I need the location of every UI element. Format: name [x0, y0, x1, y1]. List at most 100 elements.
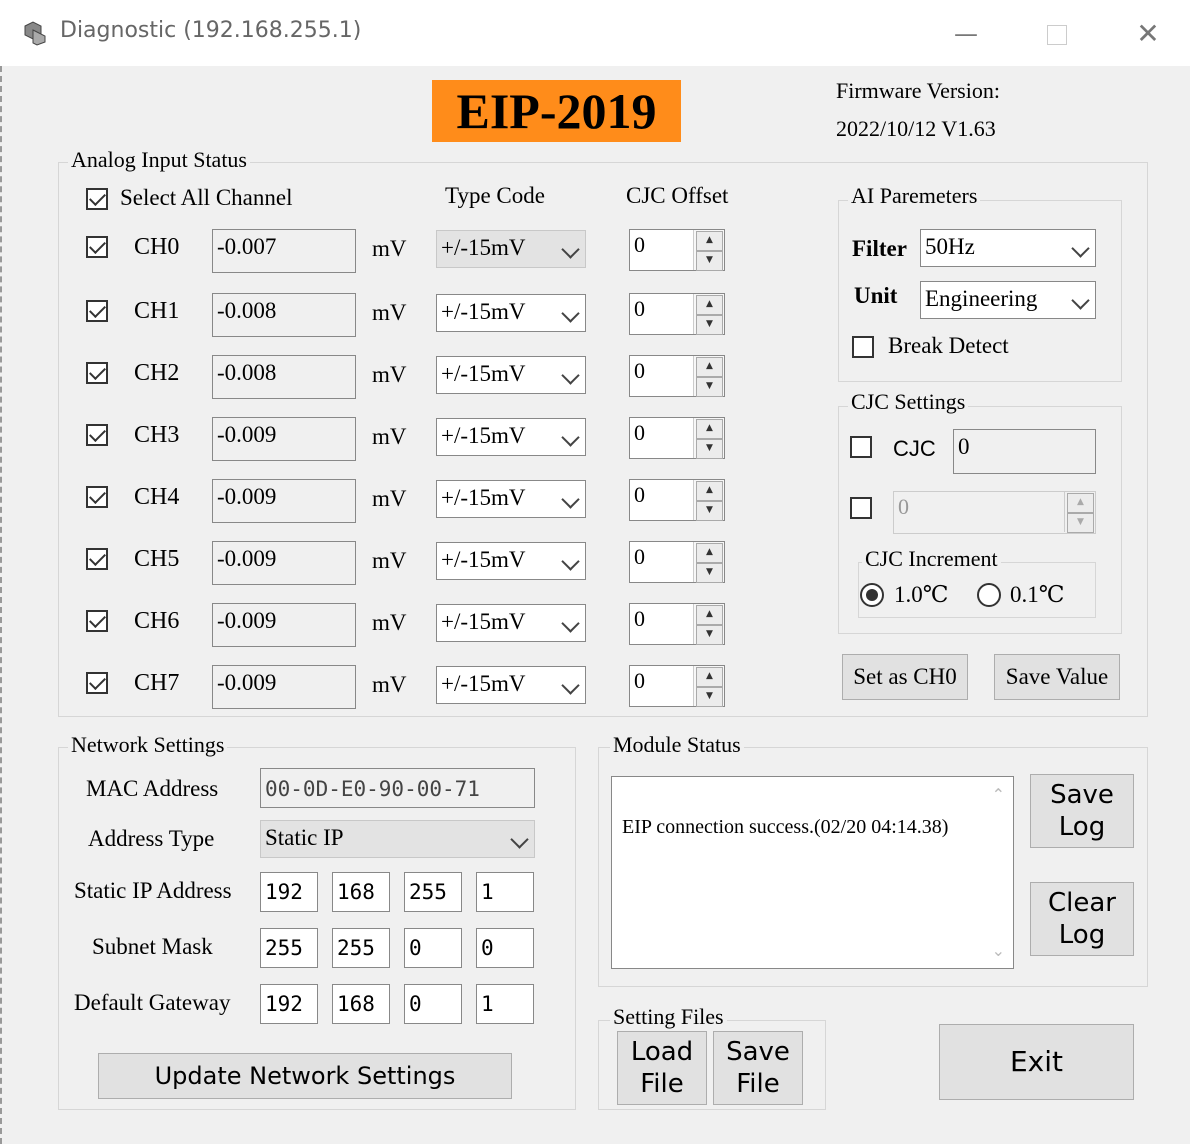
type-code-value: +/-15mV [441, 485, 526, 510]
spin-down-icon[interactable]: ▼ [696, 315, 723, 335]
channel-checkbox[interactable] [86, 236, 108, 258]
spin-up-icon[interactable]: ▲ [696, 481, 723, 501]
spin-buttons[interactable]: ▲ ▼ [693, 480, 724, 521]
filter-select[interactable]: 50Hz [920, 229, 1096, 267]
chevron-down-icon [510, 830, 529, 849]
subnet-octet-input[interactable]: 0 [404, 928, 462, 968]
update-network-button[interactable]: Update Network Settings [98, 1053, 512, 1099]
window-title: Diagnostic (192.168.255.1) [60, 18, 362, 43]
static-ip-octet-input[interactable]: 1 [476, 872, 534, 912]
spin-up-icon[interactable]: ▲ [696, 231, 723, 251]
cjc-offset-spinner[interactable]: 0 ▲ ▼ [629, 665, 725, 707]
spin-buttons[interactable]: ▲ ▼ [693, 418, 724, 459]
channel-checkbox[interactable] [86, 610, 108, 632]
type-code-select[interactable]: +/-15mV [436, 480, 586, 518]
exit-button[interactable]: Exit [939, 1024, 1134, 1100]
break-detect-label: Break Detect [888, 333, 1009, 358]
clear-log-button[interactable]: Clear Log [1030, 882, 1134, 956]
maximize-icon[interactable] [1036, 14, 1076, 54]
scroll-up-icon[interactable]: ⌃ [992, 785, 1005, 804]
spin-up-icon[interactable]: ▲ [696, 419, 723, 439]
spin-buttons[interactable]: ▲ ▼ [693, 294, 724, 335]
spin-up-icon[interactable]: ▲ [696, 543, 723, 563]
static-ip-octet-input[interactable]: 192 [260, 872, 318, 912]
cjc-spin-checkbox[interactable] [850, 497, 872, 519]
save-file-line2: File [736, 1069, 780, 1099]
type-code-select[interactable]: +/-15mV [436, 230, 586, 268]
cjc-offset-spinner[interactable]: 0 ▲ ▼ [629, 603, 725, 645]
break-detect-checkbox[interactable] [852, 336, 874, 358]
type-code-select[interactable]: +/-15mV [436, 542, 586, 580]
set-as-ch0-button[interactable]: Set as CH0 [842, 654, 968, 700]
gateway-octet-input[interactable]: 1 [476, 984, 534, 1024]
channel-unit: mV [372, 300, 407, 325]
type-code-select[interactable]: +/-15mV [436, 666, 586, 704]
spin-down-icon[interactable]: ▼ [696, 251, 723, 271]
spin-down-icon[interactable]: ▼ [696, 625, 723, 645]
spin-up-icon[interactable]: ▲ [1067, 493, 1094, 513]
spin-down-icon[interactable]: ▼ [696, 563, 723, 583]
cjc-offset-spinner[interactable]: 0 ▲ ▼ [629, 417, 725, 459]
channel-checkbox[interactable] [86, 300, 108, 322]
chevron-down-icon [561, 614, 580, 633]
minimize-icon[interactable]: — [946, 14, 986, 54]
scroll-down-icon[interactable]: ⌄ [992, 941, 1005, 960]
close-icon[interactable]: ✕ [1128, 14, 1168, 54]
spin-down-icon[interactable]: ▼ [696, 439, 723, 459]
channel-checkbox[interactable] [86, 424, 108, 446]
spin-buttons[interactable]: ▲ ▼ [693, 230, 724, 271]
channel-checkbox[interactable] [86, 548, 108, 570]
spin-buttons[interactable]: ▲ ▼ [1064, 492, 1095, 533]
channel-checkbox[interactable] [86, 672, 108, 694]
cjc-checkbox[interactable] [850, 436, 872, 458]
channel-name: CH5 [134, 546, 180, 572]
save-log-line1: Save [1050, 780, 1114, 810]
subnet-octet-input[interactable]: 0 [476, 928, 534, 968]
save-file-button[interactable]: Save File [713, 1031, 803, 1105]
spin-buttons[interactable]: ▲ ▼ [693, 604, 724, 645]
spin-down-icon[interactable]: ▼ [1067, 513, 1094, 533]
save-log-line2: Log [1058, 812, 1106, 842]
spin-up-icon[interactable]: ▲ [696, 667, 723, 687]
address-type-select[interactable]: Static IP [260, 820, 535, 858]
cjc-offset-spinner[interactable]: 0 ▲ ▼ [629, 293, 725, 335]
spin-down-icon[interactable]: ▼ [696, 377, 723, 397]
gateway-octet-input[interactable]: 0 [404, 984, 462, 1024]
spin-up-icon[interactable]: ▲ [696, 357, 723, 377]
save-log-button[interactable]: Save Log [1030, 774, 1134, 848]
spin-up-icon[interactable]: ▲ [696, 605, 723, 625]
cjc-offset-spinner[interactable]: 0 ▲ ▼ [629, 229, 725, 271]
increment-01-radio[interactable] [977, 583, 1001, 607]
spin-buttons[interactable]: ▲ ▼ [693, 666, 724, 707]
channel-checkbox[interactable] [86, 486, 108, 508]
subnet-octet-input[interactable]: 255 [260, 928, 318, 968]
cjc-offset-spinner[interactable]: 0 ▲ ▼ [629, 355, 725, 397]
channel-value: -0.008 [212, 293, 356, 337]
spin-down-icon[interactable]: ▼ [696, 687, 723, 707]
subnet-octet-input[interactable]: 255 [332, 928, 390, 968]
type-code-select[interactable]: +/-15mV [436, 294, 586, 332]
load-file-button[interactable]: Load File [617, 1031, 707, 1105]
increment-1-radio[interactable] [860, 583, 884, 607]
cjc-offset-value: 0 [634, 420, 645, 445]
type-code-select[interactable]: +/-15mV [436, 418, 586, 456]
spin-up-icon[interactable]: ▲ [696, 295, 723, 315]
save-value-button[interactable]: Save Value [994, 654, 1120, 700]
status-log[interactable]: EIP connection success.(02/20 04:14.38) … [611, 776, 1014, 969]
spin-buttons[interactable]: ▲ ▼ [693, 542, 724, 583]
cjc-offset-spinner[interactable]: 0 ▲ ▼ [629, 541, 725, 583]
cjc-spin-input[interactable]: 0 ▲ ▼ [893, 491, 1096, 534]
channel-checkbox[interactable] [86, 362, 108, 384]
cjc-offset-spinner[interactable]: 0 ▲ ▼ [629, 479, 725, 521]
static-ip-octet-input[interactable]: 255 [404, 872, 462, 912]
spin-down-icon[interactable]: ▼ [696, 501, 723, 521]
channel-name: CH2 [134, 360, 180, 386]
static-ip-octet-input[interactable]: 168 [332, 872, 390, 912]
type-code-select[interactable]: +/-15mV [436, 356, 586, 394]
spin-buttons[interactable]: ▲ ▼ [693, 356, 724, 397]
select-all-checkbox[interactable] [86, 188, 108, 210]
type-code-select[interactable]: +/-15mV [436, 604, 586, 642]
gateway-octet-input[interactable]: 168 [332, 984, 390, 1024]
unit-select[interactable]: Engineering [920, 281, 1096, 319]
gateway-octet-input[interactable]: 192 [260, 984, 318, 1024]
